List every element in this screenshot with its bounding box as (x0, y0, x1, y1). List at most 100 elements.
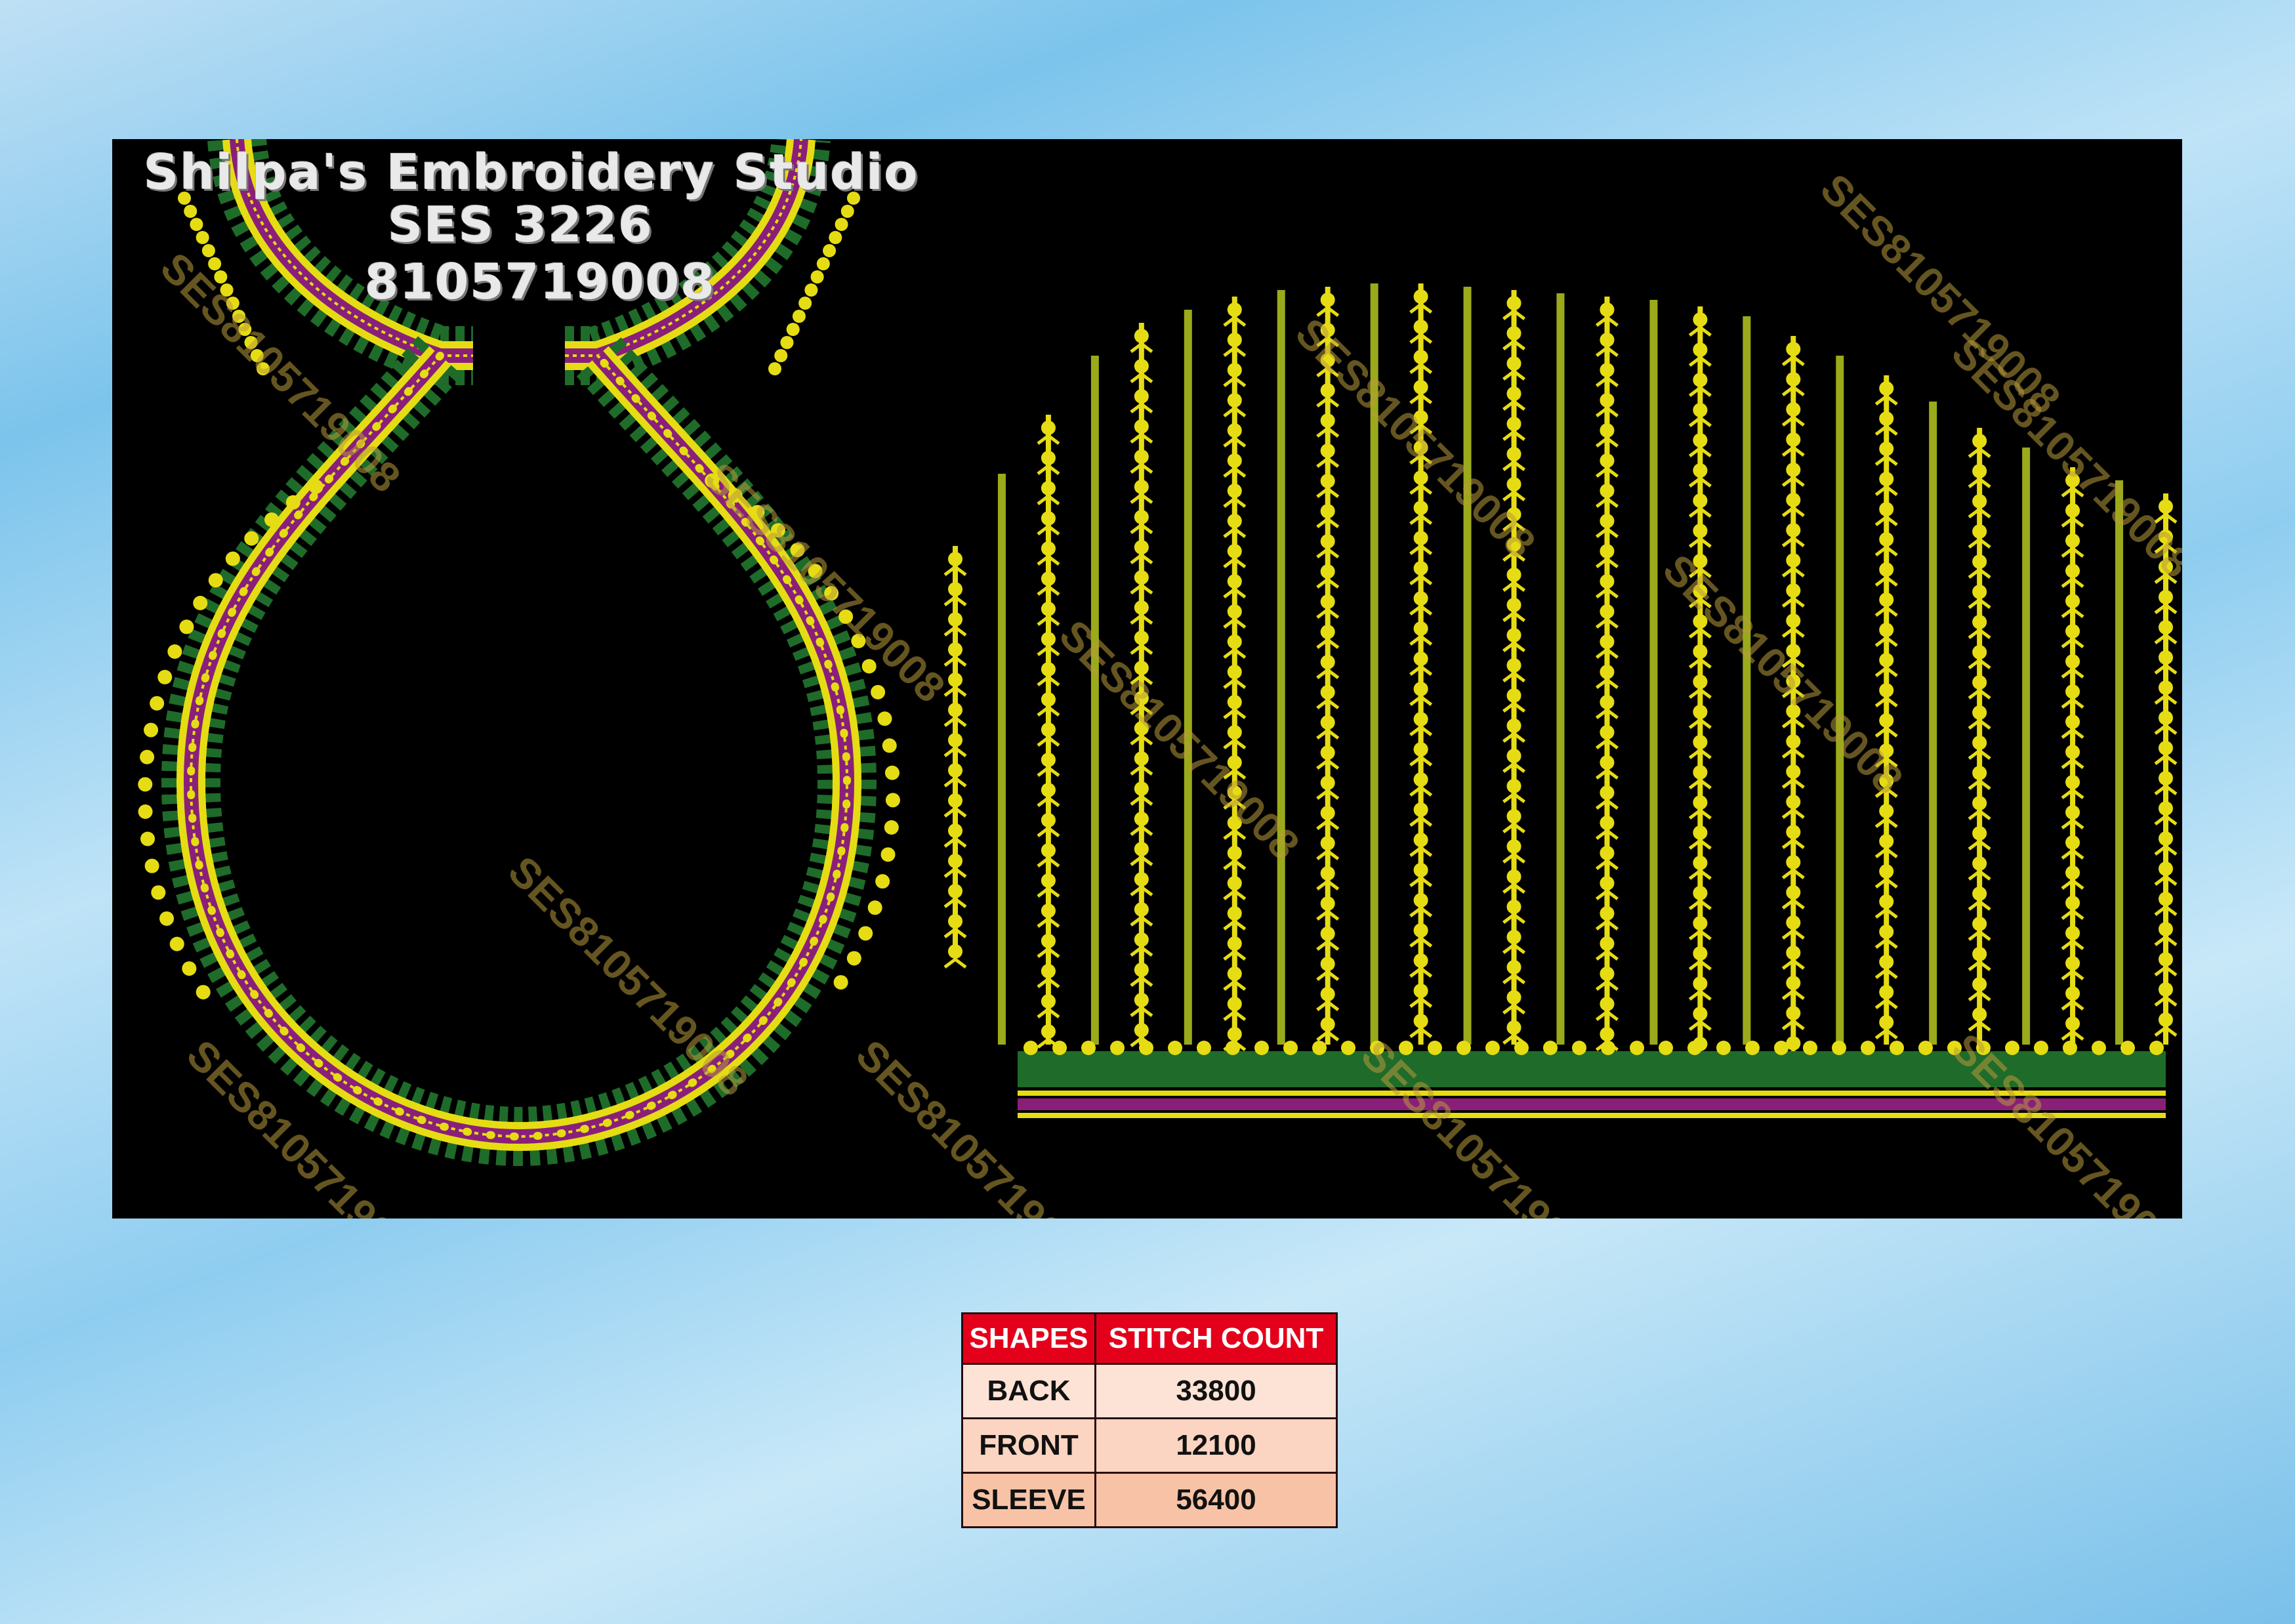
sleeve-bead (1506, 296, 1521, 310)
sleeve-bead (2159, 982, 2173, 997)
sleeve-bead (1041, 964, 1056, 978)
sleeve-bead (1600, 423, 1615, 438)
sleeve-bead (2159, 1012, 2173, 1027)
sleeve-bead (1879, 381, 1894, 396)
sleeve-border-bead (1485, 1041, 1500, 1055)
sleeve-bead (1600, 816, 1615, 830)
bead (871, 684, 886, 699)
sleeve-border-bead (1110, 1041, 1125, 1055)
sleeve-bead (1786, 946, 1801, 960)
sleeve-bead (948, 642, 962, 657)
sleeve-bead (1600, 604, 1615, 619)
sleeve-border-bead (1052, 1041, 1067, 1055)
sleeve-bead (2159, 741, 2173, 755)
sleeve-bead (1041, 934, 1056, 948)
sleeve-border-bead (1312, 1041, 1327, 1055)
sleeve-bead (1041, 421, 1056, 435)
bead (308, 479, 323, 494)
sleeve-bead (1879, 683, 1894, 697)
sleeve-border-bead (1716, 1041, 1731, 1055)
sleeve-bead (1134, 631, 1149, 645)
sleeve-bead (1786, 825, 1801, 839)
sleeve-bead (1227, 1027, 1242, 1041)
header-shapes: SHAPES (963, 1314, 1096, 1363)
sleeve-bead (1693, 735, 1708, 749)
sleeve-bead (1134, 993, 1149, 1007)
sleeve-bead (1134, 449, 1149, 464)
sleeve-bead (1879, 1015, 1894, 1030)
sleeve-bead (1786, 342, 1801, 356)
bead (196, 231, 209, 244)
sleeve-bead (1506, 930, 1521, 944)
bead (201, 244, 215, 257)
bead (193, 596, 208, 611)
sleeve-bead (2065, 594, 2080, 608)
sleeve-bead (948, 703, 962, 717)
bead (823, 244, 837, 257)
sleeve-bead (1413, 621, 1428, 636)
bead (169, 936, 184, 951)
sleeve-bead (1600, 333, 1615, 347)
watermark-text: SES8105719008 (499, 847, 757, 1105)
sleeve-bead (1879, 442, 1894, 456)
sleeve-bead (1041, 602, 1056, 616)
bead (285, 495, 300, 510)
sleeve-bead (1413, 923, 1428, 938)
sleeve-bead (1972, 766, 1987, 780)
sleeve-bead (1879, 713, 1894, 728)
bead (885, 793, 900, 808)
sleeve-border-bead (2120, 1041, 2135, 1055)
sleeve-bead (1506, 809, 1521, 823)
sleeve-bead (1693, 463, 1708, 478)
sleeve-bead (1600, 665, 1615, 679)
sleeve-bead (1320, 685, 1335, 699)
bead (816, 257, 830, 270)
sleeve-bead (1134, 419, 1149, 434)
count-cell: 12100 (1096, 1419, 1336, 1472)
sleeve-bead (1972, 917, 1987, 931)
sleeve-bead (1320, 655, 1335, 669)
sleeve-bead (1879, 864, 1894, 879)
sleeve-bead (1600, 876, 1615, 890)
sleeve-bead (1413, 953, 1428, 968)
sleeve-bead (2065, 835, 2080, 850)
sleeve-border-bead (1139, 1041, 1153, 1055)
sleeve-bead (1227, 514, 1242, 528)
bead (150, 696, 165, 711)
sleeve-bead (1786, 432, 1801, 447)
sleeve-bead (1413, 320, 1428, 334)
sleeve-bead (1693, 795, 1708, 810)
bead (264, 512, 279, 527)
sleeve-bead (1600, 936, 1615, 951)
sleeve-bead (1320, 806, 1335, 820)
bead (840, 205, 854, 218)
sleeve-bead (1041, 692, 1056, 707)
sleeve-bead (1786, 915, 1801, 930)
studio-name: Shilpa's Embroidery Studio (144, 144, 919, 201)
sleeve-bead (1227, 665, 1242, 679)
shape-cell: FRONT (963, 1419, 1096, 1472)
sleeve-bead (1972, 1007, 1987, 1022)
sleeve-bead (1972, 645, 1987, 659)
bead (880, 847, 896, 862)
sleeve-bead (1693, 765, 1708, 780)
sleeve-bead (1227, 604, 1242, 619)
sleeve-bead (1693, 403, 1708, 417)
bead (835, 218, 848, 231)
sleeve-bead (2065, 986, 2080, 1001)
sleeve-border-bead (2092, 1041, 2106, 1055)
bead (884, 765, 899, 780)
sleeve-border-bead (1832, 1041, 1846, 1055)
sleeve-bead (1879, 562, 1894, 577)
sleeve-bead (1041, 753, 1056, 767)
sleeve-bead (1786, 1006, 1801, 1020)
sleeve-leaf (943, 957, 967, 968)
sleeve-bead (1693, 705, 1708, 719)
bead (867, 900, 882, 915)
sleeve-border-bead (2149, 1041, 2164, 1055)
sleeve-bead (1786, 734, 1801, 749)
sleeve-bead (948, 612, 962, 627)
sleeve-border-bead (1572, 1041, 1586, 1055)
sleeve-bead (2065, 1016, 2080, 1031)
sleeve-bead (1320, 715, 1335, 730)
